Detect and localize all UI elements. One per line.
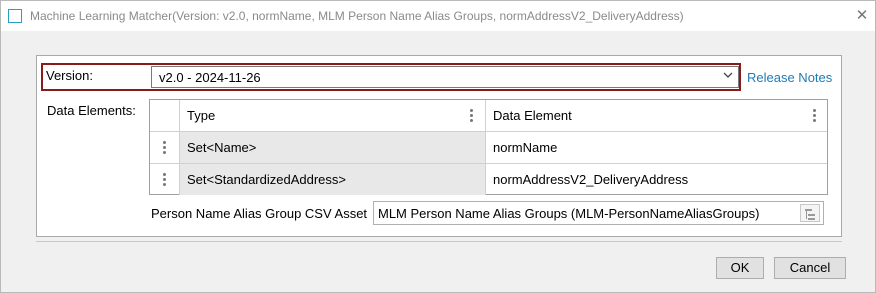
panel-divider bbox=[36, 241, 842, 242]
dialog-window: Machine Learning Matcher(Version: v2.0, … bbox=[0, 0, 876, 293]
ok-button[interactable]: OK bbox=[716, 257, 764, 279]
release-notes-link[interactable]: Release Notes bbox=[747, 70, 832, 85]
data-element-cell[interactable]: normAddressV2_DeliveryAddress bbox=[486, 164, 827, 195]
table-row[interactable]: Set<Name> normName bbox=[150, 132, 827, 164]
cancel-button[interactable]: Cancel bbox=[774, 257, 846, 279]
data-element-value: normName bbox=[493, 140, 558, 155]
title-bar: Machine Learning Matcher(Version: v2.0, … bbox=[1, 1, 875, 31]
table-row[interactable]: Set<StandardizedAddress> normAddressV2_D… bbox=[150, 164, 827, 196]
column-header-type[interactable]: Type bbox=[180, 100, 486, 131]
header-handle-cell bbox=[150, 100, 180, 131]
data-element-value: normAddressV2_DeliveryAddress bbox=[493, 172, 689, 187]
vertical-dots-icon[interactable] bbox=[813, 109, 817, 123]
drag-handle-icon[interactable] bbox=[163, 141, 167, 155]
vertical-dots-icon[interactable] bbox=[470, 109, 474, 123]
csv-asset-value: MLM Person Name Alias Groups (MLM-Person… bbox=[378, 206, 760, 221]
drag-handle-icon[interactable] bbox=[163, 173, 167, 187]
row-handle-cell[interactable] bbox=[150, 132, 180, 163]
type-value: Set<StandardizedAddress> bbox=[187, 172, 346, 187]
version-dropdown[interactable]: v2.0 - 2024-11-26 bbox=[151, 66, 739, 88]
csv-asset-field[interactable]: MLM Person Name Alias Groups (MLM-Person… bbox=[373, 201, 824, 225]
column-header-label: Data Element bbox=[493, 108, 572, 123]
close-button[interactable]: ✕ bbox=[851, 5, 873, 27]
tree-browse-icon[interactable] bbox=[800, 204, 820, 222]
column-header-label: Type bbox=[187, 108, 216, 123]
data-element-cell[interactable]: normName bbox=[486, 132, 827, 163]
type-value: Set<Name> bbox=[187, 140, 257, 155]
column-header-data-element[interactable]: Data Element bbox=[486, 100, 827, 131]
window-title: Machine Learning Matcher(Version: v2.0, … bbox=[30, 9, 684, 23]
data-elements-label: Data Elements: bbox=[47, 103, 136, 118]
csv-asset-label: Person Name Alias Group CSV Asset bbox=[151, 206, 368, 221]
version-selected-value: v2.0 - 2024-11-26 bbox=[159, 70, 261, 85]
window-icon bbox=[8, 9, 22, 23]
type-cell: Set<StandardizedAddress> bbox=[180, 164, 486, 195]
table-header-row: Type Data Element bbox=[150, 100, 827, 132]
type-cell: Set<Name> bbox=[180, 132, 486, 163]
data-elements-table: Type Data Element Set<Name> normName Set… bbox=[149, 99, 828, 195]
chevron-down-icon[interactable] bbox=[722, 70, 734, 84]
version-label: Version: bbox=[46, 68, 93, 83]
row-handle-cell[interactable] bbox=[150, 164, 180, 195]
